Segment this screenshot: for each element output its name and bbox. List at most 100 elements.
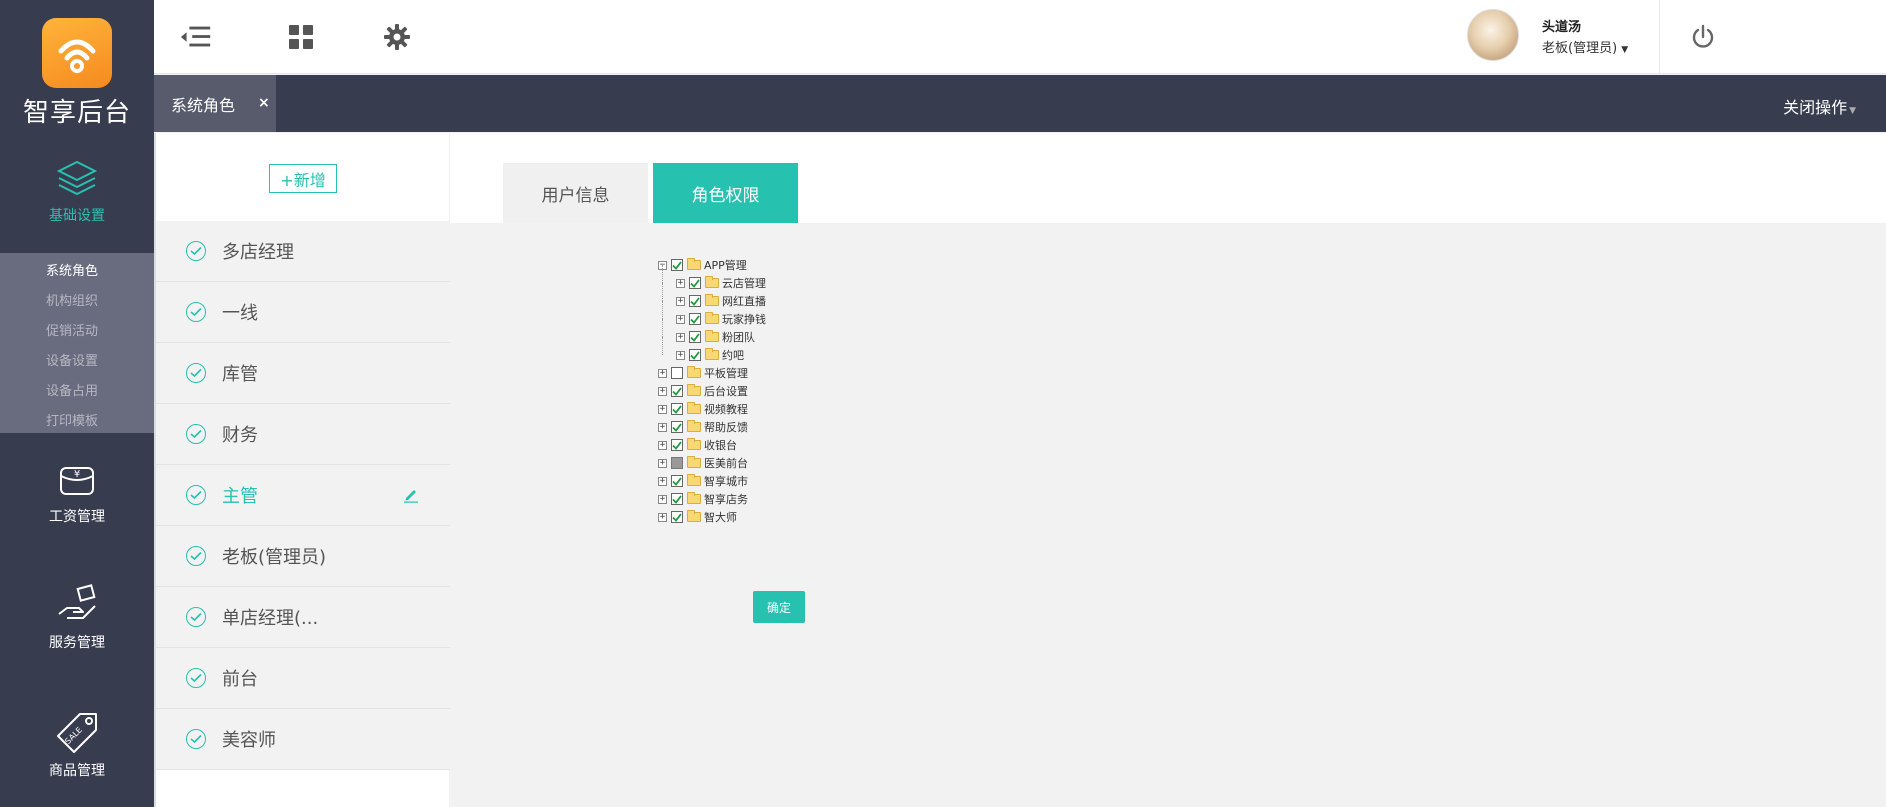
caret-down-icon: ▼ [1849,106,1856,116]
submenu-device-usage[interactable]: 设备占用 [0,377,154,407]
submenu-promotion[interactable]: 促销活动 [0,317,154,347]
folder-icon [705,312,719,324]
nav-salary-label: 工资管理 [49,509,105,525]
permission-label: APP管理 [704,259,747,272]
permission-label: 玩家挣钱 [722,313,766,326]
check-circle-icon [186,363,206,383]
menu-collapse-icon[interactable] [179,20,213,54]
logo-wifi-icon [42,18,112,88]
role-list: 多店经理 一线库管财务 主管 老板(管理员) 单店经理(... 前台美容师 [156,221,451,770]
role-name: 美容师 [222,730,276,751]
check-circle-icon [186,302,206,322]
role-list-item[interactable]: 库管 [156,343,451,404]
checkbox-checked[interactable] [689,349,701,361]
close-icon[interactable]: × [258,95,270,111]
grid-apps-icon[interactable] [284,20,318,54]
nav-basic-settings[interactable]: 基础设置 [0,130,154,253]
role-list-item[interactable]: 财务 [156,404,451,465]
permission-label: 智享城市 [704,475,748,488]
check-circle-icon [186,546,206,566]
folder-icon [705,330,719,342]
role-name: 单店经理(... [222,608,319,629]
checkbox-checked[interactable] [689,295,701,307]
permissions-body: − APP管理 + 云店管理 + 网红直播 + 玩家挣钱 + 粉团队 + 约吧 + 平板管理 + 后台设置 + 视… [450,223,1886,807]
tree-expander-icon[interactable]: + [676,278,685,288]
tree-expander-icon[interactable]: + [676,332,685,342]
checkbox-checked[interactable] [671,475,683,487]
role-name: 前台 [222,669,258,690]
user-role-dropdown[interactable]: 老板(管理员) ▼ [1542,37,1628,56]
tab-user-info[interactable]: 用户信息 [503,163,648,223]
checkbox-checked[interactable] [689,331,701,343]
folder-icon [687,384,701,396]
checkbox-checked[interactable] [671,421,683,433]
role-list-item[interactable]: 老板(管理员) [156,526,451,587]
tree-expander-icon[interactable]: + [658,386,667,396]
folder-icon [687,420,701,432]
close-operations-dropdown[interactable]: 关闭操作 ▼ [1783,94,1856,118]
role-list-item[interactable]: 单店经理(... [156,587,451,648]
tree-expander-icon[interactable]: + [658,458,667,468]
role-name: 库管 [222,364,258,385]
role-list-item[interactable]: 主管 [156,465,451,526]
tree-expander-icon[interactable]: + [658,512,667,522]
folder-icon [687,402,701,414]
role-list-item[interactable]: 一线 [156,282,451,343]
checkbox-partial[interactable] [671,457,683,469]
tree-expander-icon[interactable]: + [658,494,667,504]
role-list-item[interactable]: 前台 [156,648,451,709]
role-list-item[interactable]: 美容师 [156,709,451,770]
checkbox-checked[interactable] [671,511,683,523]
close-operations-label: 关闭操作 [1783,98,1848,117]
power-icon[interactable] [1686,20,1720,54]
checkbox-checked[interactable] [671,439,683,451]
content-tabs: 用户信息 角色权限 [503,163,803,223]
checkbox-checked[interactable] [689,277,701,289]
permission-label: 智大师 [704,511,737,524]
permission-tree-node: + 粉团队 [658,319,766,346]
permission-label: 网红直播 [722,295,766,308]
tree-expander-icon[interactable]: + [658,440,667,450]
header-divider [1659,0,1660,74]
page-tab-bar: 系统角色 × 关闭操作 ▼ [154,75,1886,132]
wallet-icon: ¥ [60,467,94,495]
tree-expander-icon[interactable]: + [658,368,667,378]
tab-role-permissions[interactable]: 角色权限 [653,163,798,223]
nav-goods-management[interactable]: SALE 商品管理 [0,683,154,807]
folder-icon [705,276,719,288]
submenu-organization[interactable]: 机构组织 [0,287,154,317]
checkbox-checked[interactable] [689,313,701,325]
check-circle-icon [186,485,206,505]
check-circle-icon [186,424,206,444]
layers-icon [56,160,98,195]
nav-salary-management[interactable]: ¥ 工资管理 [0,433,154,553]
permission-tree-node: + 帮助反馈 [658,418,766,436]
checkbox-unchecked[interactable] [671,367,683,379]
permission-tree: − APP管理 + 云店管理 + 网红直播 + 玩家挣钱 + 粉团队 + 约吧 + 平板管理 + 后台设置 + 视… [658,256,766,526]
role-list-item[interactable]: 多店经理 [156,221,451,282]
tree-expander-icon[interactable]: + [658,422,667,432]
submenu-device-settings[interactable]: 设备设置 [0,347,154,377]
folder-icon [687,456,701,468]
add-role-button[interactable]: +新增 [269,164,337,193]
tree-expander-icon[interactable]: + [676,296,685,306]
submenu-system-role[interactable]: 系统角色 [0,257,154,287]
checkbox-checked[interactable] [671,403,683,415]
avatar[interactable] [1467,9,1519,61]
tree-expander-icon[interactable]: + [676,350,685,360]
gear-icon[interactable] [380,20,414,54]
tree-expander-icon[interactable]: + [676,314,685,324]
permission-label: 云店管理 [722,277,766,290]
permission-tree-node: + 医美前台 [658,454,766,472]
confirm-button[interactable]: 确定 [753,591,805,623]
checkbox-checked[interactable] [671,385,683,397]
nav-basic-settings-label: 基础设置 [49,207,105,224]
edit-pencil-icon[interactable] [403,487,419,508]
tree-expander-icon[interactable]: + [658,476,667,486]
nav-service-management[interactable]: 服务管理 [0,553,154,683]
tree-expander-icon[interactable]: + [658,404,667,414]
permission-tree-node: + 云店管理 [658,265,766,292]
checkbox-checked[interactable] [671,493,683,505]
checkbox-checked[interactable] [671,259,683,271]
sale-tag-icon: SALE [57,713,97,753]
